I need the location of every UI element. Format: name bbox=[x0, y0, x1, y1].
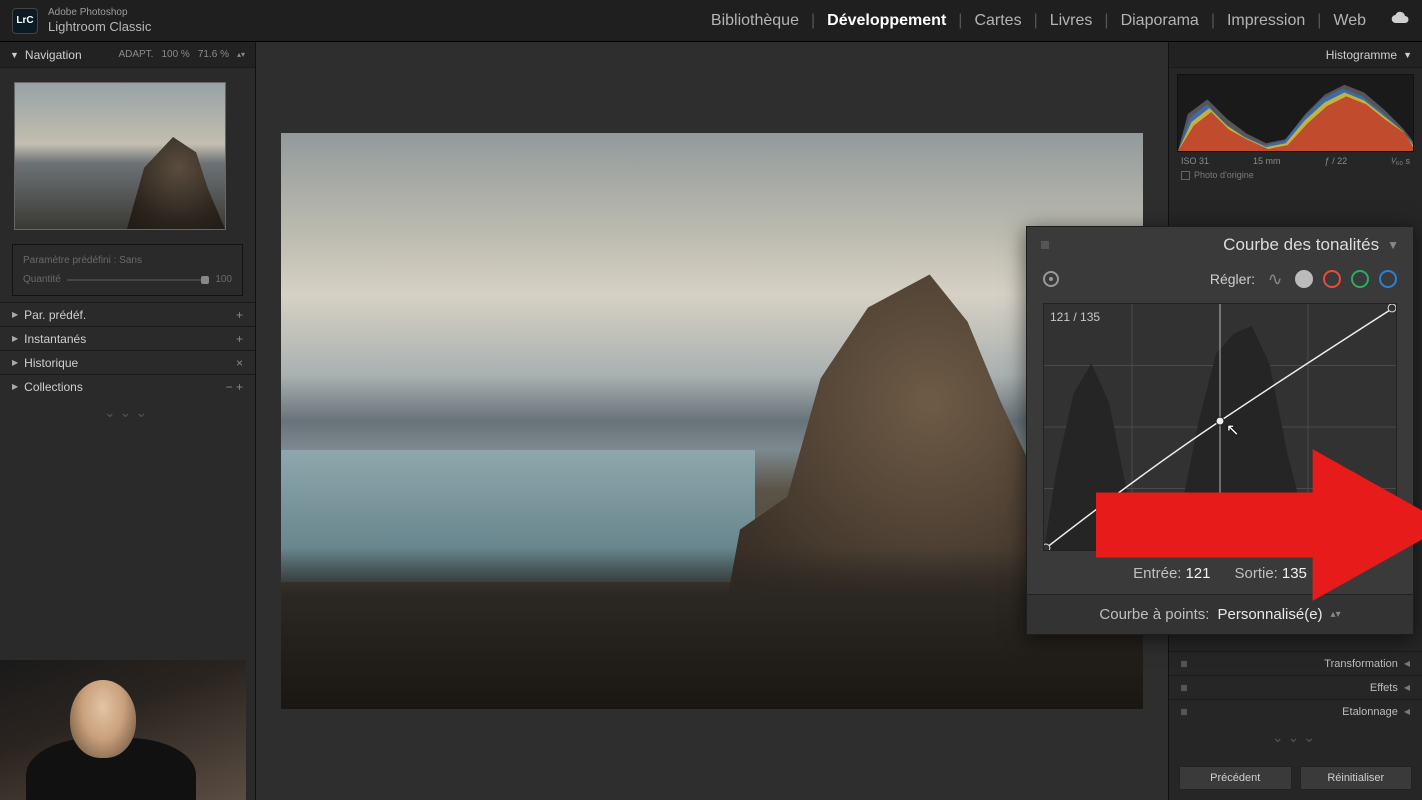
histogram-header[interactable]: Histogramme ▼ bbox=[1169, 42, 1422, 68]
tone-curve-panel: Courbe des tonalités ▼ Régler: ∿ 121 / 1… bbox=[1026, 226, 1414, 635]
presenter-webcam bbox=[0, 660, 246, 800]
zoom-stepper-icon[interactable]: ▴▾ bbox=[237, 50, 245, 59]
preset-label: Paramètre prédéfini : Sans bbox=[23, 255, 232, 266]
fit-label[interactable]: ADAPT. bbox=[118, 49, 153, 60]
point-curve-value: Personnalisé(e) bbox=[1217, 606, 1322, 623]
plus-icon[interactable]: + bbox=[236, 380, 243, 394]
effects-panel[interactable]: Effets ◀ bbox=[1169, 675, 1422, 699]
snapshots-panel[interactable]: ▶ Instantanés + bbox=[0, 326, 255, 350]
main-photo[interactable] bbox=[281, 133, 1143, 709]
chevron-left-icon: ◀ bbox=[1404, 683, 1410, 692]
amount-slider[interactable] bbox=[67, 279, 210, 281]
input-value[interactable]: 121 bbox=[1185, 565, 1210, 582]
chevron-right-icon: ▶ bbox=[12, 334, 18, 343]
panel-end-ornament: ⌄⌄⌄ bbox=[1169, 723, 1422, 756]
tone-curve-title: Courbe des tonalités bbox=[1223, 235, 1379, 255]
module-library[interactable]: Bibliothèque bbox=[711, 12, 799, 30]
chevron-left-icon: ◀ bbox=[1404, 707, 1410, 716]
chevron-down-icon: ▼ bbox=[10, 50, 19, 60]
original-label: Photo d'origine bbox=[1194, 170, 1254, 180]
navigator-thumbnail-wrap bbox=[0, 68, 255, 244]
chevron-down-icon: ▼ bbox=[1403, 50, 1412, 60]
collections-label: Collections bbox=[24, 380, 83, 394]
close-icon[interactable]: × bbox=[236, 356, 243, 370]
calibration-label: Etalonnage bbox=[1342, 706, 1398, 718]
navigator-title: Navigation bbox=[25, 48, 82, 62]
preset-amount-box: Paramètre prédéfini : Sans Quantité 100 bbox=[12, 244, 243, 296]
snapshots-label: Instantanés bbox=[24, 332, 86, 346]
history-label: Historique bbox=[24, 356, 78, 370]
minus-icon[interactable]: − bbox=[226, 380, 233, 394]
aperture-value: ƒ / 22 bbox=[1325, 156, 1348, 166]
module-map[interactable]: Cartes bbox=[974, 12, 1021, 30]
iso-value: ISO 31 bbox=[1181, 156, 1209, 166]
previous-button[interactable]: Précédent bbox=[1179, 766, 1292, 790]
point-curve-label: Courbe à points: bbox=[1099, 606, 1209, 623]
plus-icon[interactable]: + bbox=[236, 332, 243, 346]
top-bar: LrC Adobe Photoshop Lightroom Classic Bi… bbox=[0, 0, 1422, 42]
tone-curve-adjust-row: Régler: ∿ bbox=[1027, 263, 1413, 299]
adjust-label: Régler: bbox=[1210, 271, 1255, 287]
shutter-value: ¹⁄₆₀ s bbox=[1391, 156, 1410, 166]
panel-switch-icon[interactable] bbox=[1181, 709, 1187, 715]
original-checkbox[interactable] bbox=[1181, 171, 1190, 180]
module-book[interactable]: Livres bbox=[1050, 12, 1093, 30]
collections-panel[interactable]: ▶ Collections − + bbox=[0, 374, 255, 398]
amount-label: Quantité bbox=[23, 274, 61, 285]
chevron-down-icon: ▼ bbox=[1387, 238, 1399, 252]
amount-value[interactable]: 100 bbox=[215, 274, 232, 285]
point-curve-icon[interactable] bbox=[1295, 270, 1313, 288]
histogram-meta: ISO 31 15 mm ƒ / 22 ¹⁄₆₀ s bbox=[1169, 154, 1422, 168]
parametric-curve-icon[interactable]: ∿ bbox=[1265, 269, 1285, 289]
history-panel[interactable]: ▶ Historique × bbox=[0, 350, 255, 374]
presets-label: Par. prédéf. bbox=[24, 308, 86, 322]
dropdown-icon[interactable]: ▴▾ bbox=[1331, 609, 1341, 620]
panel-switch-icon[interactable] bbox=[1181, 661, 1187, 667]
cloud-sync-icon[interactable] bbox=[1390, 11, 1410, 30]
input-label: Entrée: bbox=[1133, 565, 1181, 582]
module-print[interactable]: Impression bbox=[1227, 12, 1305, 30]
red-channel-icon[interactable] bbox=[1323, 270, 1341, 288]
targeted-adjust-icon[interactable] bbox=[1043, 271, 1059, 287]
histogram-display[interactable] bbox=[1177, 74, 1414, 152]
module-web[interactable]: Web bbox=[1333, 12, 1366, 30]
output-label: Sortie: bbox=[1235, 565, 1278, 582]
transform-panel[interactable]: Transformation ◀ bbox=[1169, 651, 1422, 675]
transform-label: Transformation bbox=[1324, 658, 1398, 670]
focal-value: 15 mm bbox=[1253, 156, 1281, 166]
plus-icon[interactable]: + bbox=[236, 308, 243, 322]
module-slideshow[interactable]: Diaporama bbox=[1121, 12, 1199, 30]
panel-switch-icon[interactable] bbox=[1041, 241, 1049, 249]
tone-curve-graph[interactable]: 121 / 135 ↖ bbox=[1043, 303, 1397, 551]
calibration-panel[interactable]: Etalonnage ◀ bbox=[1169, 699, 1422, 723]
brand-line-1: Adobe Photoshop bbox=[48, 7, 151, 19]
chevron-right-icon: ▶ bbox=[12, 310, 18, 319]
brand-line-2: Lightroom Classic bbox=[48, 19, 151, 35]
navigator-thumbnail[interactable] bbox=[14, 82, 226, 230]
module-develop[interactable]: Développement bbox=[827, 12, 946, 30]
app-brand: Adobe Photoshop Lightroom Classic bbox=[48, 7, 151, 35]
output-value[interactable]: 135 bbox=[1282, 565, 1307, 582]
app-logo: LrC bbox=[12, 8, 38, 34]
effects-label: Effets bbox=[1370, 682, 1398, 694]
point-curve-row[interactable]: Courbe à points: Personnalisé(e) ▴▾ bbox=[1027, 594, 1413, 634]
panel-end-ornament: ⌄⌄⌄ bbox=[0, 398, 255, 431]
zoom-custom[interactable]: 71.6 % bbox=[198, 49, 229, 60]
histogram-title: Histogramme bbox=[1326, 48, 1397, 62]
reset-button[interactable]: Réinitialiser bbox=[1300, 766, 1413, 790]
chevron-left-icon: ◀ bbox=[1404, 659, 1410, 668]
panel-switch-icon[interactable] bbox=[1181, 685, 1187, 691]
green-channel-icon[interactable] bbox=[1351, 270, 1369, 288]
chevron-right-icon: ▶ bbox=[12, 382, 18, 391]
curve-readout: 121 / 135 bbox=[1050, 310, 1100, 324]
presets-panel[interactable]: ▶ Par. prédéf. + bbox=[0, 302, 255, 326]
curve-io-row: Entrée:121 Sortie:135 bbox=[1027, 559, 1413, 594]
tone-curve-header[interactable]: Courbe des tonalités ▼ bbox=[1027, 227, 1413, 263]
zoom-100[interactable]: 100 % bbox=[161, 49, 189, 60]
navigator-header[interactable]: ▼ Navigation ADAPT. 100 % 71.6 % ▴▾ bbox=[0, 42, 255, 68]
module-picker: Bibliothèque| Développement| Cartes| Liv… bbox=[711, 11, 1410, 30]
blue-channel-icon[interactable] bbox=[1379, 270, 1397, 288]
chevron-right-icon: ▶ bbox=[12, 358, 18, 367]
